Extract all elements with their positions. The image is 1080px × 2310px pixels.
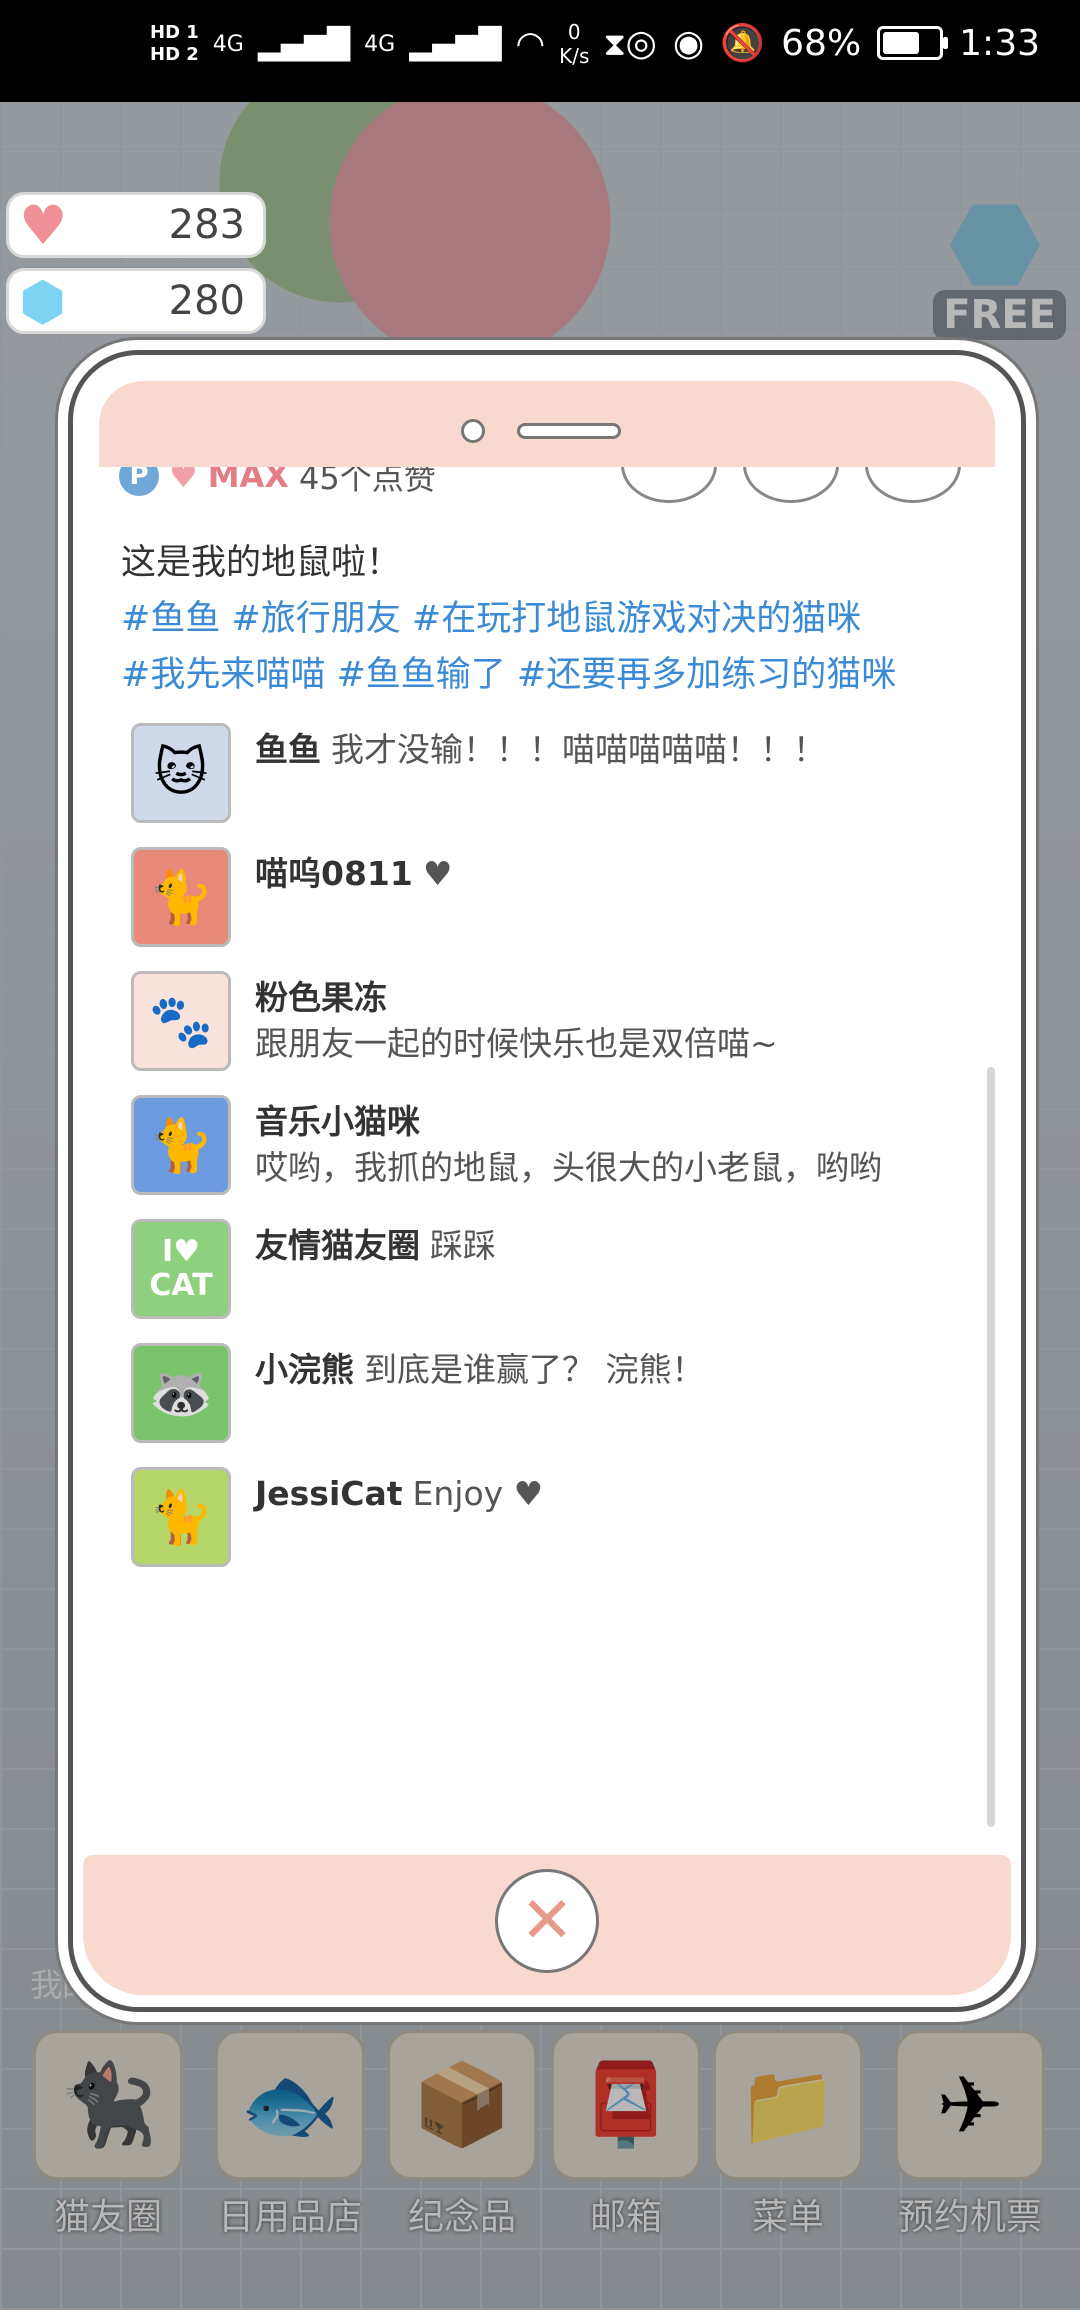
heart-icon: ♥ <box>19 194 68 257</box>
avatar[interactable]: 🐈 <box>131 1095 231 1195</box>
comment-author[interactable]: 鱼鱼 <box>255 730 321 769</box>
comment-text: ♥ <box>422 854 453 893</box>
post-header: P ♥ MAX 45个点赞 <box>119 467 436 499</box>
net1-label: 4G <box>212 31 244 57</box>
comment-item: 🐾 粉色果冻跟朋友一起的时候快乐也是双倍喵~ <box>131 971 961 1071</box>
comment-body: 友情猫友圈 踩踩 <box>255 1219 496 1319</box>
close-icon: ✕ <box>520 1884 574 1958</box>
hearts-counter: ♥ 283 <box>6 192 266 258</box>
avatar[interactable]: 🐱 <box>131 723 231 823</box>
comment-item: I♥ CAT 友情猫友圈 踩踩 <box>131 1219 961 1319</box>
cat-silhouette-icon: 🐈 <box>148 867 214 928</box>
close-button[interactable]: ✕ <box>495 1869 599 1973</box>
raccoon-icon: 🦝 <box>148 1363 214 1424</box>
like-button[interactable] <box>865 467 961 503</box>
cat-face-icon: 🐱 <box>153 743 209 803</box>
comment-author[interactable]: 音乐小猫咪 <box>255 1102 420 1141</box>
comment-text: 我才没输！！！喵喵喵喵喵！！！ <box>331 730 826 769</box>
avatar[interactable]: I♥ CAT <box>131 1219 231 1319</box>
camera-icon <box>461 419 485 443</box>
avatar[interactable]: 🐾 <box>131 971 231 1071</box>
comment-item: 🐈 喵呜0811 ♥ <box>131 847 961 947</box>
phone-top-bar <box>99 381 995 473</box>
signal-icon: ▂▄▆█ <box>257 26 351 62</box>
clock: 1:33 <box>959 22 1040 64</box>
comment-text: 到底是谁赢了？ 浣熊！ <box>364 1350 705 1389</box>
status-right: ◎ ◉ 🔕 68% 1:33 <box>625 22 1040 65</box>
post-detail-modal: P ♥ MAX 45个点赞 这是我的地鼠啦！ #鱼鱼 #旅行朋友 #在玩打地鼠游… <box>68 350 1026 2012</box>
max-label: MAX <box>207 467 289 495</box>
avatar[interactable]: 🐈 <box>131 847 231 947</box>
eye-icon: ◉ <box>672 22 705 64</box>
heart-icon: ♥ <box>169 467 198 495</box>
battery-icon <box>877 26 949 60</box>
comment-text: 跟朋友一起的时候快乐也是双倍喵~ <box>255 1024 778 1063</box>
share-button[interactable] <box>743 467 839 503</box>
comment-body: 喵呜0811 ♥ <box>255 847 452 947</box>
cat-silhouette-icon: 🐈 <box>148 1115 214 1176</box>
paw-icon: 🐾 <box>148 991 214 1052</box>
tags-line-2[interactable]: #我先来喵喵 #鱼鱼输了 #还要再多加练习的猫咪 <box>121 647 971 703</box>
comment-body: 音乐小猫咪哎哟，我抓的地鼠，头很大的小老鼠，哟哟 <box>255 1095 882 1195</box>
comment-author[interactable]: 喵呜0811 <box>255 854 413 893</box>
sim1-label: HD 1 <box>150 22 199 43</box>
battery-level <box>883 32 920 54</box>
sim2-label: HD 2 <box>150 44 199 65</box>
speed-unit: K/s <box>559 44 590 68</box>
likes-count: 45个点赞 <box>298 467 436 497</box>
post-screen[interactable]: P ♥ MAX 45个点赞 这是我的地鼠啦！ #鱼鱼 #旅行朋友 #在玩打地鼠游… <box>93 467 1001 1859</box>
comment-item: 🦝 小浣熊 到底是谁赢了？ 浣熊！ <box>131 1343 961 1443</box>
post-caption: 这是我的地鼠啦！ #鱼鱼 #旅行朋友 #在玩打地鼠游戏对决的猫咪 #我先来喵喵 … <box>121 535 971 703</box>
caption-text: 这是我的地鼠啦！ <box>121 543 402 583</box>
battery-percent: 68% <box>781 22 862 64</box>
comment-text: 踩踩 <box>430 1226 496 1265</box>
comment-author[interactable]: 小浣熊 <box>255 1350 354 1389</box>
tags-line-1[interactable]: #鱼鱼 #旅行朋友 #在玩打地鼠游戏对决的猫咪 <box>121 591 971 647</box>
i-love-cat-icon: I♥ CAT <box>149 1234 213 1303</box>
comment-item: 🐱 鱼鱼 我才没输！！！喵喵喵喵喵！！！ <box>131 723 961 823</box>
post-action-buttons <box>621 467 961 503</box>
comment-text: 哎哟，我抓的地鼠，头很大的小老鼠，哟哟 <box>255 1148 882 1187</box>
comment-body: 小浣熊 到底是谁赢了？ 浣熊！ <box>255 1343 705 1443</box>
status-left: HD 1 HD 2 4G ▂▄▆█ 4G ▂▄▆█ ◠ 0 K/s ⧗ <box>150 20 626 68</box>
comment-body: 粉色果冻跟朋友一起的时候快乐也是双倍喵~ <box>255 971 778 1071</box>
gems-counter: ⬢ 280 <box>6 268 266 334</box>
comment-author[interactable]: 粉色果冻 <box>255 978 387 1017</box>
comment-body: 鱼鱼 我才没输！！！喵喵喵喵喵！！！ <box>255 723 826 823</box>
net2-label: 4G <box>364 31 396 57</box>
comment-body: JessiCat Enjoy ♥ <box>255 1467 543 1567</box>
data-saver-icon: ◎ <box>625 22 657 64</box>
speaker-icon <box>517 423 621 439</box>
avatar[interactable]: 🦝 <box>131 1343 231 1443</box>
bell-muted-icon: 🔕 <box>720 23 766 64</box>
comment-list: 🐱 鱼鱼 我才没输！！！喵喵喵喵喵！！！ 🐈 喵呜0811 ♥ 🐾 粉色果冻跟朋友一起的时候快… <box>131 723 961 1591</box>
comment-text: Enjoy ♥ <box>412 1474 544 1513</box>
avatar[interactable]: 🐈 <box>131 1467 231 1567</box>
hearts-value: 283 <box>168 202 245 248</box>
scrollbar[interactable] <box>987 1067 995 1827</box>
p-badge-icon: P <box>119 467 159 496</box>
comment-item: 🐈 音乐小猫咪哎哟，我抓的地鼠，头很大的小老鼠，哟哟 <box>131 1095 961 1195</box>
wifi-icon: ◠ <box>515 24 546 64</box>
signal2-icon: ▂▄▆█ <box>409 26 502 62</box>
cat-silhouette-icon: 🐈 <box>148 1487 214 1548</box>
gem-icon: ⬢ <box>19 270 67 333</box>
comment-author[interactable]: JessiCat <box>255 1474 403 1513</box>
comment-item: 🐈 JessiCat Enjoy ♥ <box>131 1467 961 1567</box>
gems-value: 280 <box>168 278 245 324</box>
status-bar: HD 1 HD 2 4G ▂▄▆█ 4G ▂▄▆█ ◠ 0 K/s ⧗ ◎ ◉ … <box>0 0 1080 102</box>
comment-button[interactable] <box>621 467 717 503</box>
speed-value: 0 <box>567 20 581 44</box>
phone-bottom-bar: ✕ <box>83 1855 1011 1995</box>
hourglass-icon: ⧗ <box>603 24 626 63</box>
comment-author[interactable]: 友情猫友圈 <box>255 1226 420 1265</box>
